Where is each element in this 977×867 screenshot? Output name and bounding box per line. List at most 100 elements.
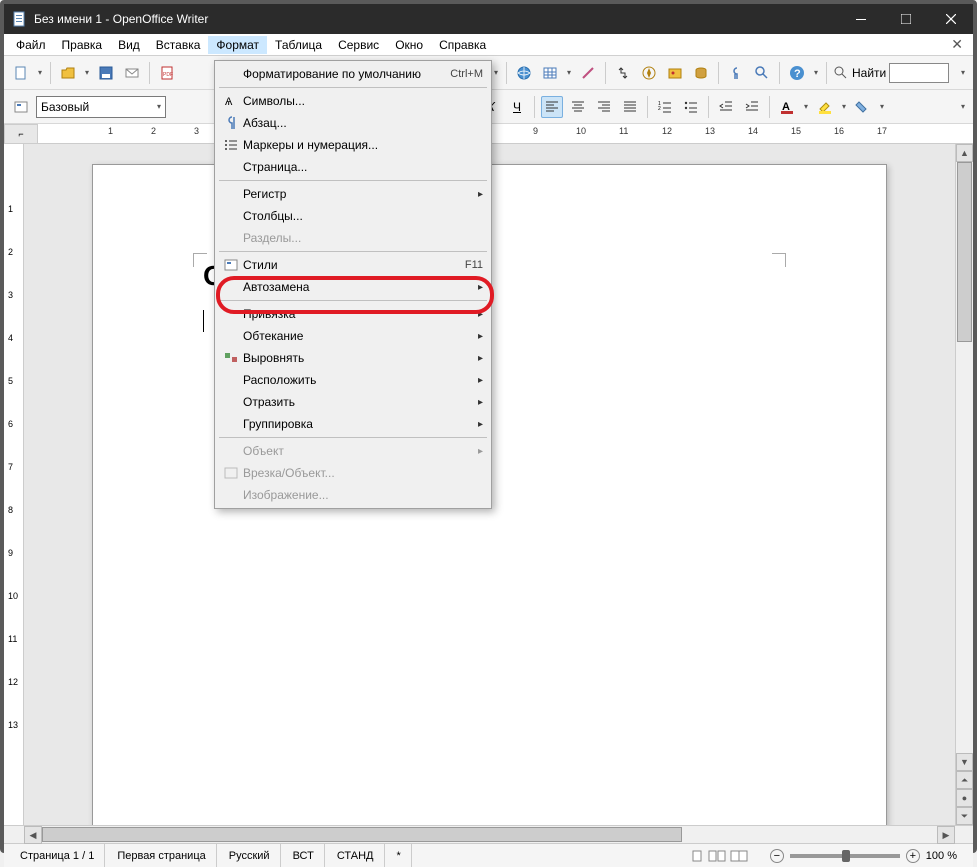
minimize-button[interactable] (838, 4, 883, 34)
align-left-button[interactable] (541, 96, 563, 118)
scroll-down-button[interactable]: ▼ (956, 753, 973, 771)
menu-page[interactable]: Страница... (215, 156, 491, 178)
decrease-indent-button[interactable] (715, 96, 737, 118)
toolbar-overflow[interactable]: ▾ (959, 68, 967, 77)
menu-styles[interactable]: СтилиF11 (215, 254, 491, 276)
hyperlink-button[interactable] (513, 62, 535, 84)
menu-bullets[interactable]: Маркеры и нумерация... (215, 134, 491, 156)
find-input[interactable] (889, 63, 949, 83)
bg-color-dropdown[interactable]: ▾ (878, 102, 886, 111)
find-replace-button[interactable] (612, 62, 634, 84)
status-selection[interactable]: СТАНД (327, 844, 385, 867)
zoom-slider[interactable] (790, 854, 900, 858)
status-pagestyle[interactable]: Первая страница (107, 844, 216, 867)
status-modified[interactable]: * (387, 844, 412, 867)
nonprinting-button[interactable] (725, 62, 747, 84)
gallery-button[interactable] (664, 62, 686, 84)
margin-corner-tr (772, 253, 786, 267)
menu-help[interactable]: Справка (431, 36, 494, 54)
save-button[interactable] (95, 62, 117, 84)
menu-flip[interactable]: Отразить▸ (215, 391, 491, 413)
draw-button[interactable] (577, 62, 599, 84)
highlight-button[interactable] (814, 96, 836, 118)
status-insert[interactable]: ВСТ (283, 844, 325, 867)
menu-edit[interactable]: Правка (54, 36, 111, 54)
separator (708, 96, 709, 118)
menu-view[interactable]: Вид (110, 36, 148, 54)
bullet-list-button[interactable] (680, 96, 702, 118)
help-button[interactable]: ? (786, 62, 808, 84)
datasource-button[interactable] (690, 62, 712, 84)
paragraph-style-combo[interactable]: Базовый ▾ (36, 96, 166, 118)
menu-object: Объект▸ (215, 440, 491, 462)
open-dropdown[interactable]: ▾ (83, 68, 91, 77)
pdf-button[interactable]: PDF (156, 62, 178, 84)
menu-window[interactable]: Окно (387, 36, 431, 54)
number-list-button[interactable]: 12 (654, 96, 676, 118)
undo-dropdown[interactable]: ▾ (492, 68, 500, 77)
menu-columns[interactable]: Столбцы... (215, 205, 491, 227)
align-right-button[interactable] (593, 96, 615, 118)
zoom-button[interactable] (751, 62, 773, 84)
menu-wrap[interactable]: Обтекание▸ (215, 325, 491, 347)
scroll-v-track[interactable] (956, 162, 973, 753)
next-page-button[interactable]: ⏷ (956, 807, 973, 825)
scroll-v-thumb[interactable] (957, 162, 972, 342)
underline-button[interactable]: Ч (506, 96, 528, 118)
menu-sections: Разделы... (215, 227, 491, 249)
zoom-value[interactable]: 100 % (926, 850, 957, 862)
vertical-scrollbar[interactable]: ▲ ▼ ⏶ ● ⏷ (955, 144, 973, 825)
open-button[interactable] (57, 62, 79, 84)
email-button[interactable] (121, 62, 143, 84)
scroll-up-button[interactable]: ▲ (956, 144, 973, 162)
align-justify-button[interactable] (619, 96, 641, 118)
styles-button[interactable] (10, 96, 32, 118)
zoom-slider-handle[interactable] (842, 850, 850, 862)
menu-case[interactable]: Регистр▸ (215, 183, 491, 205)
status-language[interactable]: Русский (219, 844, 281, 867)
close-button[interactable] (928, 4, 973, 34)
status-page[interactable]: Страница 1 / 1 (10, 844, 105, 867)
menu-align[interactable]: Выровнять▸ (215, 347, 491, 369)
navigator-button[interactable] (638, 62, 660, 84)
menu-file[interactable]: Файл (8, 36, 54, 54)
table-button[interactable] (539, 62, 561, 84)
nav-button[interactable]: ● (956, 789, 973, 807)
vertical-ruler[interactable]: 1 2 3 4 5 6 7 8 9 10 11 12 13 (4, 144, 24, 825)
menu-autocorrect[interactable]: Автозамена▸ (215, 276, 491, 298)
font-color-button[interactable]: A (776, 96, 798, 118)
new-doc-button[interactable] (10, 62, 32, 84)
align-center-button[interactable] (567, 96, 589, 118)
scroll-h-track[interactable] (42, 826, 937, 843)
table-dropdown[interactable]: ▾ (565, 68, 573, 77)
maximize-button[interactable] (883, 4, 928, 34)
menu-characters[interactable]: Ѧ Символы... (215, 90, 491, 112)
menu-format[interactable]: Формат (208, 36, 267, 54)
horizontal-scrollbar[interactable]: ◀ ▶ (4, 825, 973, 843)
margin-corner-tl (193, 253, 207, 267)
scroll-left-button[interactable]: ◀ (24, 826, 42, 844)
font-color-dropdown[interactable]: ▾ (802, 102, 810, 111)
bg-color-button[interactable] (852, 96, 874, 118)
menu-insert[interactable]: Вставка (148, 36, 209, 54)
zoom-out-button[interactable]: − (770, 849, 784, 863)
toolbar2-overflow[interactable]: ▾ (959, 102, 967, 111)
menu-arrange[interactable]: Расположить▸ (215, 369, 491, 391)
scroll-right-button[interactable]: ▶ (937, 826, 955, 844)
menu-group[interactable]: Группировка▸ (215, 413, 491, 435)
highlight-dropdown[interactable]: ▾ (840, 102, 848, 111)
zoom-in-button[interactable]: + (906, 849, 920, 863)
menu-tools[interactable]: Сервис (330, 36, 387, 54)
menu-anchor[interactable]: Привязка▸ (215, 303, 491, 325)
help-dropdown[interactable]: ▾ (812, 68, 820, 77)
new-doc-dropdown[interactable]: ▾ (36, 68, 44, 77)
prev-page-button[interactable]: ⏶ (956, 771, 973, 789)
status-viewlayout[interactable] (680, 844, 758, 867)
scroll-h-thumb[interactable] (42, 827, 682, 842)
menu-table[interactable]: Таблица (267, 36, 330, 54)
increase-indent-button[interactable] (741, 96, 763, 118)
separator (769, 96, 770, 118)
menu-paragraph[interactable]: Абзац... (215, 112, 491, 134)
close-document-button[interactable]: ✕ (945, 34, 969, 55)
menu-default-formatting[interactable]: Форматирование по умолчаниюCtrl+M (215, 63, 491, 85)
